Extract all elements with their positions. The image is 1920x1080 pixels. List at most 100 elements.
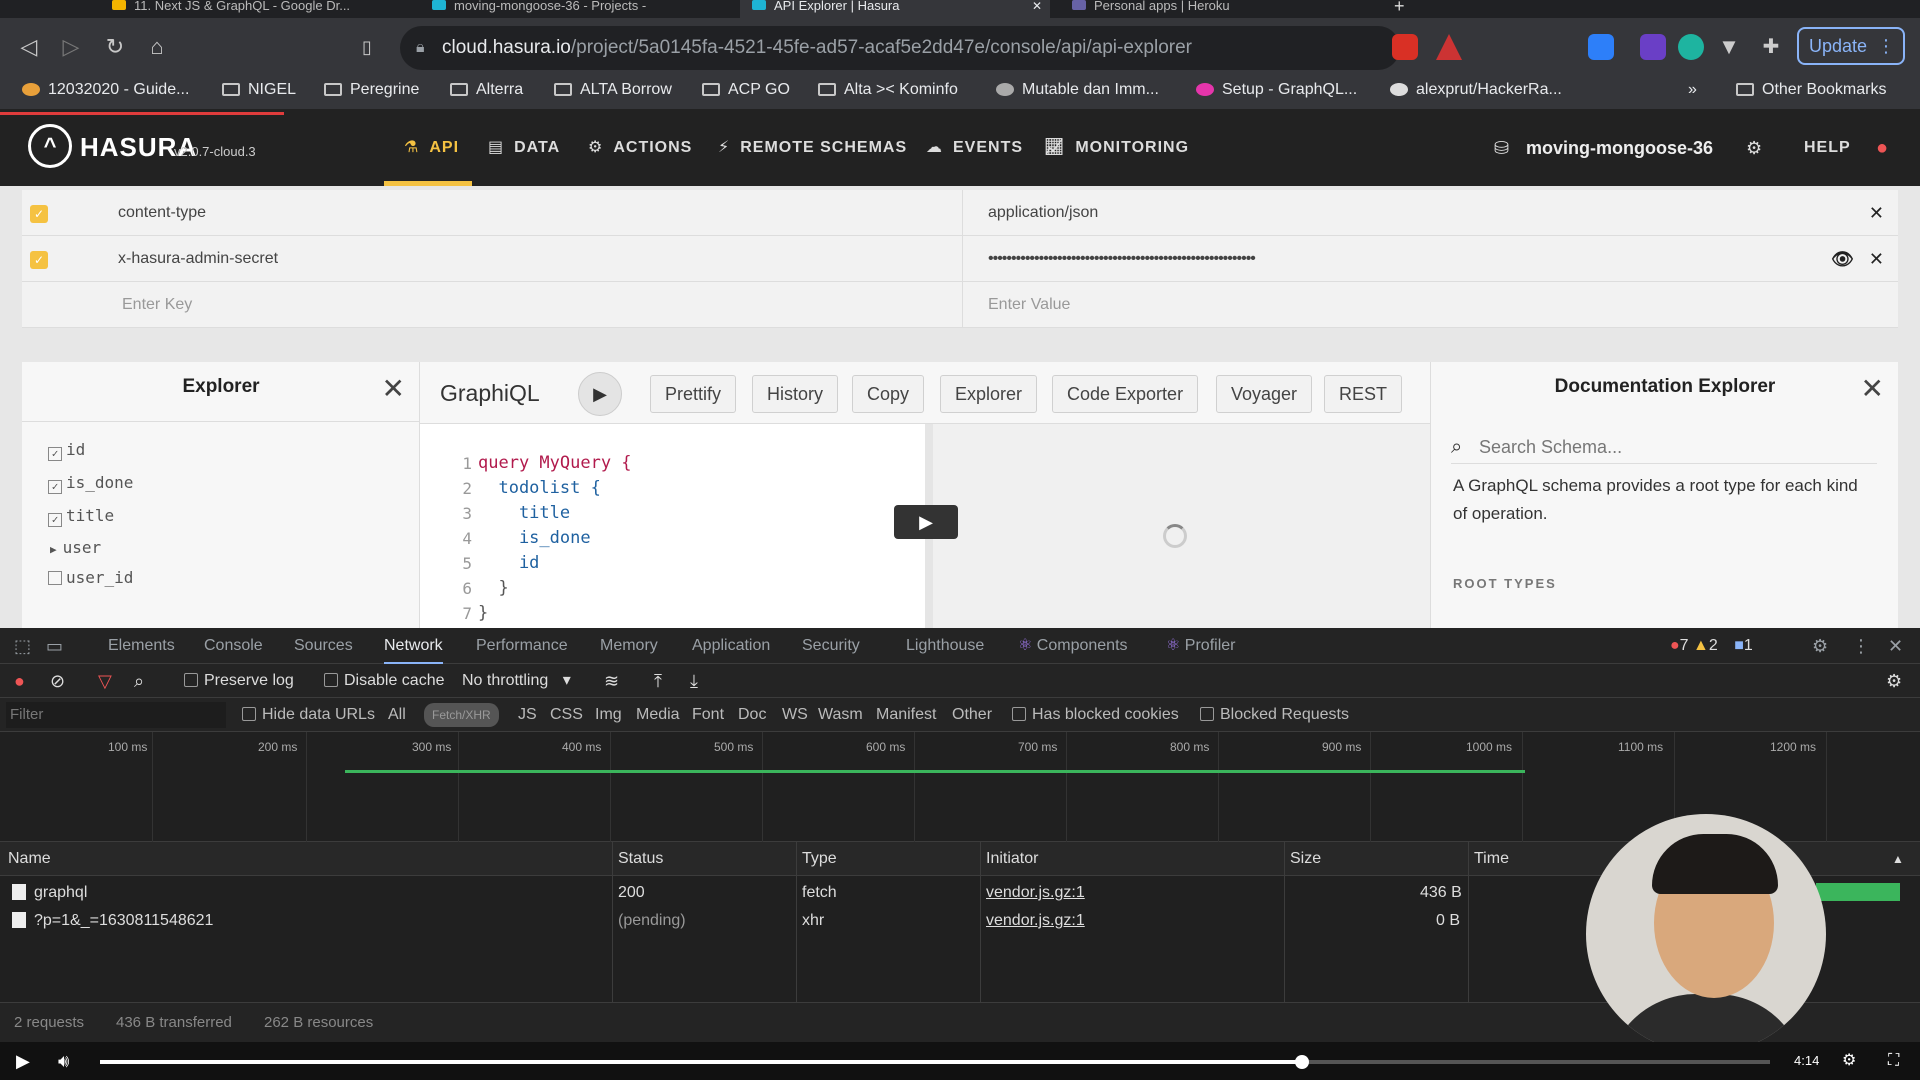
explorer-field[interactable]: ✓ is_done — [48, 473, 133, 494]
vue-devtools-icon[interactable]: ▼ — [1716, 34, 1742, 60]
tab-performance[interactable]: Performance — [476, 628, 568, 664]
network-settings-icon[interactable]: ⚙ — [1886, 664, 1902, 698]
home-icon[interactable]: ⌂ — [142, 32, 172, 62]
browser-tab[interactable]: Personal apps | Heroku — [1060, 0, 1370, 18]
filter-font[interactable]: Font — [692, 698, 724, 732]
tab-components[interactable]: ⚛ Components — [1018, 628, 1128, 664]
hide-data-urls-checkbox[interactable]: Hide data URLs — [242, 698, 375, 732]
rest-button[interactable]: REST — [1324, 375, 1403, 413]
brave-shield-icon[interactable] — [1392, 34, 1418, 60]
address-bar[interactable]: 🔒︎ cloud.hasura.io/project/5a0145fa-4521-… — [400, 26, 1400, 70]
tab-security[interactable]: Security — [802, 628, 860, 664]
header-value[interactable]: ••••••••••••••••••••••••••••••••••••••••… — [988, 236, 1256, 282]
explorer-field[interactable]: ✓ title — [48, 506, 114, 527]
voyager-button[interactable]: Voyager — [1216, 375, 1313, 413]
nav-api[interactable]: ⚗ API — [384, 110, 472, 186]
notifications-icon[interactable]: ● — [1876, 110, 1889, 186]
help-link[interactable]: HELP — [1804, 110, 1851, 186]
throttling-select[interactable]: No throttling ▾ — [462, 664, 571, 698]
nav-remote-schemas[interactable]: ⚡ REMOTE SCHEMAS — [718, 110, 907, 186]
bookmark-folder[interactable]: ALTA Borrow — [554, 78, 672, 110]
explorer-field[interactable]: ▶ user — [48, 538, 101, 557]
bookmark-page-icon[interactable]: ▯ — [352, 32, 382, 62]
filter-all[interactable]: All — [388, 698, 406, 732]
filter-media[interactable]: Media — [636, 698, 680, 732]
filter-img[interactable]: Img — [595, 698, 622, 732]
extension-new-icon[interactable] — [1588, 34, 1614, 60]
request-initiator[interactable]: vendor.js.gz:1 — [986, 907, 1085, 935]
tab-console[interactable]: Console — [204, 628, 263, 664]
device-toolbar-icon[interactable]: ▭ — [46, 628, 63, 664]
bookmark-folder[interactable]: ACP GO — [702, 78, 790, 110]
tab-application[interactable]: Application — [692, 628, 770, 664]
browser-tab[interactable]: 11. Next JS & GraphQL - Google Dr... — [100, 0, 410, 18]
clear-icon[interactable]: ⊘ — [50, 664, 65, 698]
new-tab-button[interactable]: + — [1380, 0, 1420, 18]
nav-data[interactable]: ▤ DATA — [488, 110, 560, 186]
column-time[interactable]: Time — [1474, 842, 1509, 876]
forward-icon[interactable]: ▷ — [56, 32, 86, 62]
record-icon[interactable]: ● — [14, 664, 25, 698]
header-value-input[interactable]: Enter Value — [988, 282, 1070, 328]
bookmark-item[interactable]: Mutable dan Imm... — [996, 78, 1159, 110]
close-icon[interactable]: ✕ — [1861, 372, 1884, 405]
sort-arrow-icon[interactable]: ▲ — [1892, 842, 1904, 876]
bookmark-item[interactable]: 12032020 - Guide... — [22, 78, 189, 110]
browser-tab-active[interactable]: API Explorer | Hasura ✕ — [740, 0, 1050, 18]
bookmark-folder[interactable]: Alta >< Kominfo — [818, 78, 958, 110]
puzzle-extensions-icon[interactable]: ✚ — [1758, 34, 1784, 60]
tab-elements[interactable]: Elements — [108, 628, 175, 664]
close-tab-icon[interactable]: ✕ — [1032, 0, 1042, 12]
volume-icon[interactable]: 🔊︎ — [58, 1042, 69, 1080]
eye-icon[interactable]: 👁︎ — [1831, 236, 1854, 282]
close-icon[interactable]: ✕ — [1869, 190, 1884, 236]
alert-triangle-icon[interactable] — [1436, 34, 1462, 60]
explorer-field[interactable]: user_id — [48, 568, 133, 587]
filter-other[interactable]: Other — [952, 698, 992, 732]
header-enabled-checkbox[interactable]: ✓ — [30, 251, 48, 269]
blocked-cookies-checkbox[interactable]: Has blocked cookies — [1012, 698, 1179, 732]
tab-memory[interactable]: Memory — [600, 628, 658, 664]
blocked-requests-checkbox[interactable]: Blocked Requests — [1200, 698, 1349, 732]
column-name[interactable]: Name — [8, 842, 51, 876]
explorer-button[interactable]: Explorer — [940, 375, 1038, 413]
schema-search-input[interactable]: ⌕ Search Schema... — [1451, 434, 1877, 464]
network-conditions-icon[interactable]: ≋ — [604, 664, 619, 698]
history-button[interactable]: History — [752, 375, 839, 413]
nav-events[interactable]: ☁ EVENTS — [926, 110, 1023, 186]
filter-js[interactable]: JS — [518, 698, 537, 732]
back-icon[interactable]: ◁ — [14, 32, 44, 62]
search-icon[interactable]: ⌕ — [134, 664, 144, 698]
header-key[interactable]: content-type — [118, 190, 206, 236]
extension-round-icon[interactable] — [1678, 34, 1704, 60]
bookmark-item[interactable]: Setup - GraphQL... — [1196, 78, 1357, 110]
column-size[interactable]: Size — [1290, 842, 1321, 876]
settings-gear-icon[interactable]: ⚙ — [1746, 110, 1763, 186]
video-progress-bar[interactable] — [100, 1055, 1770, 1069]
copy-button[interactable]: Copy — [852, 375, 925, 413]
bookmark-folder[interactable]: Peregrine — [324, 78, 419, 110]
header-key[interactable]: x-hasura-admin-secret — [118, 236, 278, 282]
column-type[interactable]: Type — [802, 842, 837, 876]
video-settings-icon[interactable]: ⚙ — [1842, 1042, 1856, 1080]
bookmark-folder[interactable]: Alterra — [450, 78, 523, 110]
tab-profiler[interactable]: ⚛ Profiler — [1166, 628, 1235, 664]
hasura-logo-icon[interactable]: ^ — [28, 124, 72, 168]
video-play-overlay-icon[interactable]: ▶ — [894, 505, 958, 539]
filter-doc[interactable]: Doc — [738, 698, 766, 732]
issue-counters[interactable]: ●7 ▲2 ■1 — [1670, 628, 1753, 664]
browser-tab[interactable]: moving-mongoose-36 - Projects - — [420, 0, 730, 18]
video-progress-handle[interactable] — [1295, 1055, 1310, 1069]
filter-manifest[interactable]: Manifest — [876, 698, 936, 732]
header-enabled-checkbox[interactable]: ✓ — [30, 205, 48, 223]
filter-css[interactable]: CSS — [550, 698, 583, 732]
play-icon[interactable]: ▶ — [16, 1042, 30, 1080]
bookmark-folder[interactable]: NIGEL — [222, 78, 296, 110]
request-initiator[interactable]: vendor.js.gz:1 — [986, 879, 1085, 907]
tab-sources[interactable]: Sources — [294, 628, 353, 664]
disable-cache-checkbox[interactable]: Disable cache — [324, 664, 445, 698]
filter-fetch-xhr[interactable]: Fetch/XHR — [424, 703, 499, 727]
close-icon[interactable]: ✕ — [1869, 236, 1884, 282]
filter-ws[interactable]: WS — [782, 698, 808, 732]
devtools-menu-icon[interactable]: ⋮ — [1852, 628, 1870, 664]
